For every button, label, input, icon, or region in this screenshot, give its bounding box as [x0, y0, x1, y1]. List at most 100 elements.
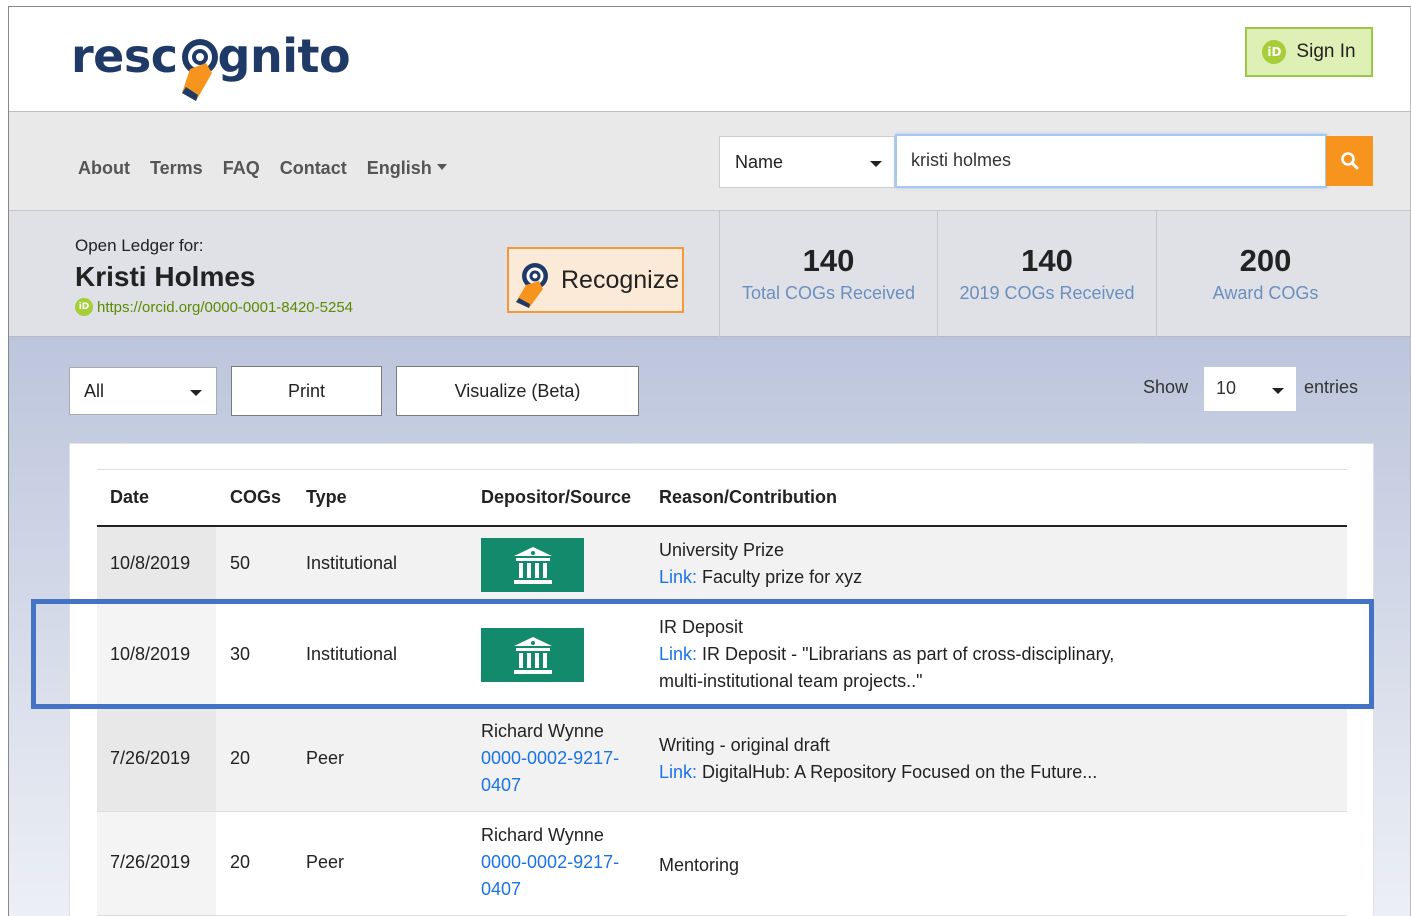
- reason-title: Mentoring: [659, 855, 740, 875]
- row-date: 7/26/2019: [110, 748, 191, 768]
- stat-total-cogs: 140 Total COGs Received: [719, 211, 937, 337]
- reason-link-text-cont: multi-institutional team projects..": [659, 671, 923, 691]
- main-content: All Print Visualize (Beta) Show 10 entri…: [9, 337, 1410, 916]
- reason-title: Writing - original draft: [659, 735, 830, 755]
- stat-label: Award COGs: [1212, 283, 1319, 303]
- search-button[interactable]: [1326, 136, 1373, 186]
- entries-label: entries: [1304, 377, 1359, 397]
- dropdown-arrow-icon: [190, 390, 202, 396]
- row-cogs: 20: [230, 852, 251, 872]
- print-label: Print: [287, 380, 325, 401]
- depositor-orcid-link[interactable]: 0000-0002-9217-: [481, 745, 619, 772]
- row-depositor: Richard Wynne 0000-0002-9217- 0407: [481, 718, 619, 799]
- recognize-label: Recognize: [561, 265, 680, 294]
- nav-links: About Terms FAQ Contact English: [78, 158, 447, 179]
- row-date: 10/8/2019: [110, 644, 191, 664]
- row-type: Institutional: [306, 553, 398, 573]
- type-filter-select[interactable]: All: [69, 367, 217, 415]
- sign-in-button[interactable]: iD Sign In: [1245, 27, 1373, 77]
- language-label: English: [366, 158, 432, 178]
- ledger-table: Date COGs Type Depositor/Source Reason/C…: [97, 469, 1347, 916]
- language-dropdown[interactable]: English: [367, 158, 447, 179]
- depositor-name: Richard Wynne: [481, 721, 604, 741]
- stat-label: 2019 COGs Received: [959, 283, 1135, 303]
- reason-link[interactable]: Link:: [659, 762, 697, 782]
- row-type: Peer: [306, 748, 345, 768]
- search-type-value: Name: [735, 152, 784, 172]
- show-label: Show: [1143, 377, 1189, 397]
- visualize-button[interactable]: Visualize (Beta): [396, 366, 639, 416]
- reason-link-line: Link: Faculty prize for xyz: [659, 564, 862, 591]
- reason-link-line: Link: DigitalHub: A Repository Focused o…: [659, 759, 1097, 786]
- row-cogs: 20: [230, 748, 251, 768]
- row-depositor: Richard Wynne 0000-0002-9217- 0407: [481, 822, 619, 903]
- table-header: Date COGs Type Depositor/Source Reason/C…: [97, 470, 1347, 527]
- header-depositor[interactable]: Depositor/Source: [481, 487, 631, 508]
- row-cogs: 50: [230, 553, 251, 573]
- institution-icon[interactable]: [481, 628, 584, 682]
- header-date[interactable]: Date: [110, 487, 149, 508]
- reason-title: IR Deposit: [659, 617, 744, 637]
- header-reason[interactable]: Reason/Contribution: [659, 484, 837, 511]
- stat-award-cogs: 200 Award COGs: [1156, 211, 1374, 337]
- orcid-icon: iD: [1262, 40, 1287, 64]
- nav-about[interactable]: About: [78, 158, 130, 179]
- orcid-icon: iD: [75, 298, 93, 316]
- ledger-summary: Open Ledger for: Kristi Holmes iD https:…: [9, 211, 1410, 337]
- search-input[interactable]: kristi holmes: [895, 134, 1327, 188]
- depositor-orcid-link-cont[interactable]: 0407: [481, 876, 619, 903]
- visualize-label: Visualize (Beta): [454, 380, 581, 401]
- row-reason: Mentoring: [659, 852, 739, 879]
- print-button[interactable]: Print: [231, 366, 382, 416]
- row-reason: Writing - original draft Link: DigitalHu…: [659, 732, 1097, 786]
- search-type-select[interactable]: Name: [719, 136, 895, 188]
- sign-in-label: Sign In: [1296, 41, 1356, 62]
- reason-link[interactable]: Link:: [659, 567, 697, 587]
- row-cogs: 30: [230, 644, 251, 664]
- nav-terms[interactable]: Terms: [150, 158, 203, 179]
- rescognito-logo[interactable]: resc gnito: [71, 29, 351, 101]
- entries-value: 10: [1216, 378, 1237, 398]
- stat-label: Total COGs Received: [741, 283, 916, 303]
- table-row: 7/26/2019 20 Peer Richard Wynne 0000-000…: [97, 812, 1347, 916]
- reason-link-line: Link: IR Deposit - "Librarians as part o…: [659, 641, 1114, 668]
- depositor-orcid-link-cont[interactable]: 0407: [481, 772, 619, 799]
- reason-link-text: IR Deposit - "Librarians as part of cros…: [702, 644, 1115, 664]
- reason-link-text: DigitalHub: A Repository Focused on the …: [702, 762, 1098, 782]
- filter-value: All: [84, 381, 105, 401]
- row-type: Peer: [306, 852, 345, 872]
- orcid-url: https://orcid.org/0000-0001-8420-5254: [97, 298, 354, 316]
- stat-value: 140: [802, 243, 855, 278]
- row-date: 10/8/2019: [110, 553, 191, 573]
- row-type: Institutional: [306, 644, 398, 664]
- recognize-hand-icon: [516, 263, 548, 308]
- row-reason: University Prize Link: Faculty prize for…: [659, 537, 862, 591]
- table-row: 10/8/2019 50 Institutional University Pr…: [97, 527, 1347, 604]
- header-cogs[interactable]: COGs: [230, 487, 281, 508]
- recognize-button[interactable]: Recognize: [507, 247, 684, 313]
- reason-link-text: Faculty prize for xyz: [702, 567, 863, 587]
- logo-text-start: resc: [71, 29, 178, 83]
- stat-year-cogs: 140 2019 COGs Received: [937, 211, 1156, 337]
- reason-link[interactable]: Link:: [659, 644, 697, 664]
- institution-icon[interactable]: [481, 538, 584, 592]
- table-row: 7/26/2019 20 Peer Richard Wynne 0000-000…: [97, 708, 1347, 812]
- caret-down-icon: [436, 164, 447, 170]
- ledger-orcid-link[interactable]: iD https://orcid.org/0000-0001-8420-5254: [75, 298, 353, 316]
- header-type[interactable]: Type: [306, 487, 347, 508]
- top-header: resc gnito iD Sign In: [9, 7, 1410, 112]
- depositor-orcid-link[interactable]: 0000-0002-9217-: [481, 849, 619, 876]
- search-icon: [1340, 152, 1358, 170]
- reason-title: University Prize: [659, 540, 785, 560]
- search-input-value: kristi holmes: [911, 150, 1012, 170]
- nav-bar: About Terms FAQ Contact English Name kri…: [9, 112, 1410, 211]
- nav-faq[interactable]: FAQ: [223, 158, 260, 179]
- ledger-person-name: Kristi Holmes: [75, 261, 256, 292]
- table-row: 10/8/2019 30 Institutional IR Deposit Li…: [97, 604, 1347, 708]
- nav-contact[interactable]: Contact: [280, 158, 347, 179]
- depositor-name: Richard Wynne: [481, 825, 604, 845]
- entries-select[interactable]: 10: [1204, 367, 1296, 411]
- logo-text-end: gnito: [217, 29, 351, 83]
- page-frame: resc gnito iD Sign In About Terms FAQ Co…: [8, 6, 1411, 916]
- logo-hand-icon: [176, 29, 220, 101]
